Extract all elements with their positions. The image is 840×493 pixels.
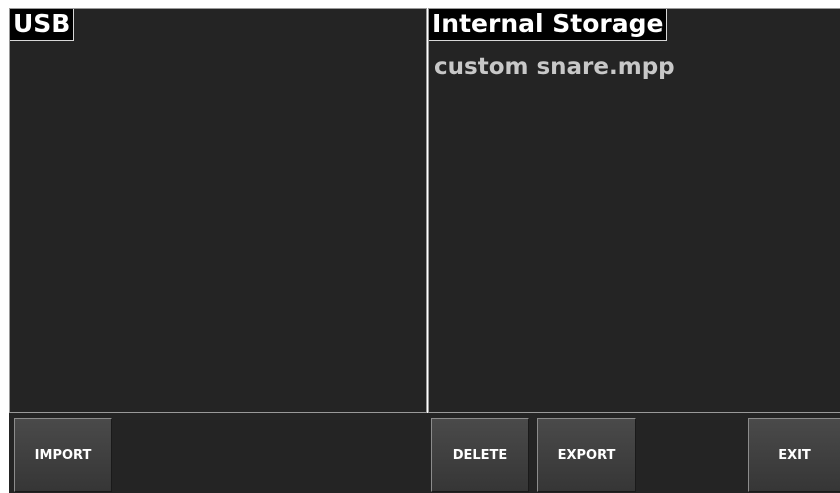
delete-button[interactable]: DELETE: [431, 418, 529, 492]
file-manager-screen: USB Internal Storage custom snare.mpp IM…: [0, 0, 840, 493]
export-button-label: EXPORT: [557, 447, 616, 463]
file-list-item[interactable]: custom snare.mpp: [434, 50, 840, 84]
export-button[interactable]: EXPORT: [537, 418, 636, 492]
exit-button[interactable]: EXIT: [748, 418, 840, 492]
internal-storage-file-list: custom snare.mpp: [434, 50, 840, 84]
internal-storage-file-panel[interactable]: Internal Storage custom snare.mpp: [428, 8, 840, 413]
internal-storage-panel-title: Internal Storage: [429, 9, 668, 41]
usb-panel-title: USB: [10, 9, 75, 41]
delete-button-label: DELETE: [452, 447, 508, 463]
usb-file-panel[interactable]: USB: [9, 8, 427, 413]
import-button[interactable]: IMPORT: [14, 418, 112, 492]
import-button-label: IMPORT: [34, 447, 92, 463]
exit-button-label: EXIT: [778, 447, 811, 463]
